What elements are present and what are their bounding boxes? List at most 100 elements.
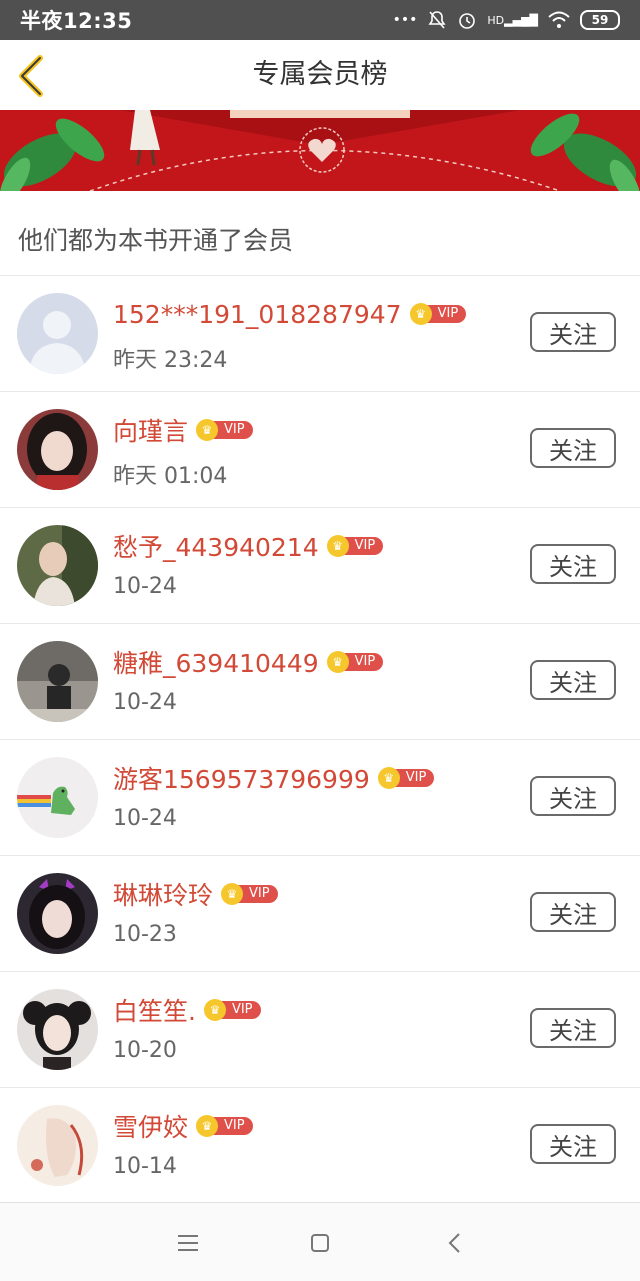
member-name[interactable]: 向瑾言: [113, 412, 188, 448]
photo-avatar-icon: [17, 525, 98, 606]
avatar[interactable]: [17, 1105, 98, 1186]
avatar[interactable]: [17, 873, 98, 954]
name-line: 愁予_443940214 ♛ VIP: [113, 528, 384, 564]
menu-button[interactable]: [168, 1223, 208, 1263]
crown-icon: ♛: [196, 419, 219, 441]
girl-avatar-icon: [17, 409, 98, 490]
follow-button[interactable]: 关注: [530, 428, 616, 468]
follow-button[interactable]: 关注: [530, 892, 616, 932]
member-date: 10-14: [113, 1154, 177, 1179]
follow-button[interactable]: 关注: [530, 660, 616, 700]
vip-badge: ♛ VIP: [409, 303, 467, 325]
list-item[interactable]: 糖稚_639410449 ♛ VIP 10-24 关注: [0, 624, 640, 740]
nav-back-button[interactable]: [434, 1223, 474, 1263]
vip-label: VIP: [212, 1117, 253, 1135]
girl-avatar-icon: [17, 989, 98, 1070]
menu-icon: [178, 1235, 198, 1251]
member-date: 10-23: [113, 922, 177, 947]
name-line: 游客1569573796999 ♛ VIP: [113, 760, 435, 796]
crown-icon: ♛: [326, 535, 349, 557]
photo-avatar-icon: [17, 641, 98, 722]
dinosaur-avatar-icon: [17, 757, 98, 838]
member-name[interactable]: 糖稚_639410449: [113, 644, 319, 680]
home-button[interactable]: [300, 1223, 340, 1263]
vip-badge: ♛ VIP: [377, 767, 435, 789]
list-item[interactable]: 琳琳玲玲 ♛ VIP 10-23 关注: [0, 856, 640, 972]
vip-label: VIP: [212, 421, 253, 439]
list-item[interactable]: 152***191_018287947 ♛ VIP 昨天 23:24 关注: [0, 276, 640, 392]
member-date: 10-24: [113, 806, 177, 831]
vip-badge: ♛ VIP: [196, 419, 253, 441]
crown-icon: ♛: [196, 1115, 219, 1137]
name-line: 白笙笙. ♛ VIP: [113, 992, 261, 1028]
battery-level: 59: [591, 13, 609, 27]
vip-badge: ♛ VIP: [326, 651, 384, 673]
member-name[interactable]: 琳琳玲玲: [113, 876, 213, 912]
section-header: 他们都为本书开通了会员: [0, 191, 640, 276]
vip-label: VIP: [342, 653, 384, 671]
vip-label: VIP: [219, 1001, 261, 1019]
avatar[interactable]: [17, 293, 98, 374]
member-list: 152***191_018287947 ♛ VIP 昨天 23:24 关注 向瑾言…: [0, 276, 640, 1204]
list-item[interactable]: 白笙笙. ♛ VIP 10-20 关注: [0, 972, 640, 1088]
follow-button[interactable]: 关注: [530, 1124, 616, 1164]
list-item[interactable]: 向瑾言 ♛ VIP 昨天 01:04 关注: [0, 392, 640, 508]
alarm-icon: [459, 13, 476, 29]
vip-label: VIP: [342, 537, 384, 555]
name-line: 糖稚_639410449 ♛ VIP: [113, 644, 384, 680]
promo-banner[interactable]: [0, 110, 640, 191]
member-name[interactable]: 游客1569573796999: [113, 760, 370, 796]
mute-bell-icon: [428, 11, 446, 29]
vip-badge: ♛ VIP: [326, 535, 384, 557]
default-avatar-icon: [17, 293, 98, 374]
vip-label: VIP: [237, 885, 278, 903]
member-name[interactable]: 白笙笙.: [113, 992, 196, 1028]
avatar[interactable]: [17, 641, 98, 722]
member-date: 10-24: [113, 574, 177, 599]
vip-badge: ♛ VIP: [203, 999, 261, 1021]
list-item[interactable]: 愁予_443940214 ♛ VIP 10-24 关注: [0, 508, 640, 624]
signal-icon: HD▂▄▆█: [487, 13, 538, 27]
page-title: 专属会员榜: [252, 59, 388, 90]
name-line: 向瑾言 ♛ VIP: [113, 412, 253, 448]
follow-button[interactable]: 关注: [530, 312, 616, 352]
avatar[interactable]: [17, 757, 98, 838]
status-bar: 半夜12:35 ••• HD▂▄▆█ 59: [0, 0, 640, 40]
battery-icon: 59: [580, 10, 620, 30]
status-time: 半夜12:35: [20, 9, 133, 33]
follow-button[interactable]: 关注: [530, 1008, 616, 1048]
banner-illustration: [0, 110, 640, 191]
system-nav-bar: [0, 1202, 640, 1281]
name-line: 152***191_018287947 ♛ VIP: [113, 296, 467, 332]
crown-icon: ♛: [377, 767, 400, 789]
network-label: HD: [487, 13, 505, 27]
girl-avatar-icon: [17, 873, 98, 954]
avatar[interactable]: [17, 409, 98, 490]
member-name[interactable]: 雪伊姣: [113, 1108, 188, 1144]
member-name[interactable]: 152***191_018287947: [113, 300, 402, 329]
wifi-icon: [548, 11, 570, 28]
member-name[interactable]: 愁予_443940214: [113, 528, 319, 564]
member-date: 昨天 01:04: [113, 464, 228, 489]
member-date: 10-24: [113, 690, 177, 715]
crown-icon: ♛: [221, 883, 244, 905]
follow-button[interactable]: 关注: [530, 544, 616, 584]
status-icons: ••• HD▂▄▆█ 59: [393, 10, 620, 30]
crown-icon: ♛: [203, 999, 226, 1021]
name-line: 雪伊姣 ♛ VIP: [113, 1108, 253, 1144]
drawing-avatar-icon: [17, 1105, 98, 1186]
home-square-icon: [311, 1234, 329, 1252]
back-arrow-icon: [448, 1233, 460, 1253]
vip-badge: ♛ VIP: [221, 883, 278, 905]
list-item[interactable]: 游客1569573796999 ♛ VIP 10-24 关注: [0, 740, 640, 856]
avatar[interactable]: [17, 989, 98, 1070]
avatar[interactable]: [17, 525, 98, 606]
list-item[interactable]: 雪伊姣 ♛ VIP 10-14 关注: [0, 1088, 640, 1204]
more-dots-icon: •••: [392, 12, 418, 28]
follow-button[interactable]: 关注: [530, 776, 616, 816]
crown-icon: ♛: [326, 651, 349, 673]
vip-label: VIP: [393, 769, 435, 787]
app-header: 专属会员榜: [0, 40, 640, 111]
vip-label: VIP: [425, 305, 467, 323]
member-date: 10-20: [113, 1038, 177, 1063]
